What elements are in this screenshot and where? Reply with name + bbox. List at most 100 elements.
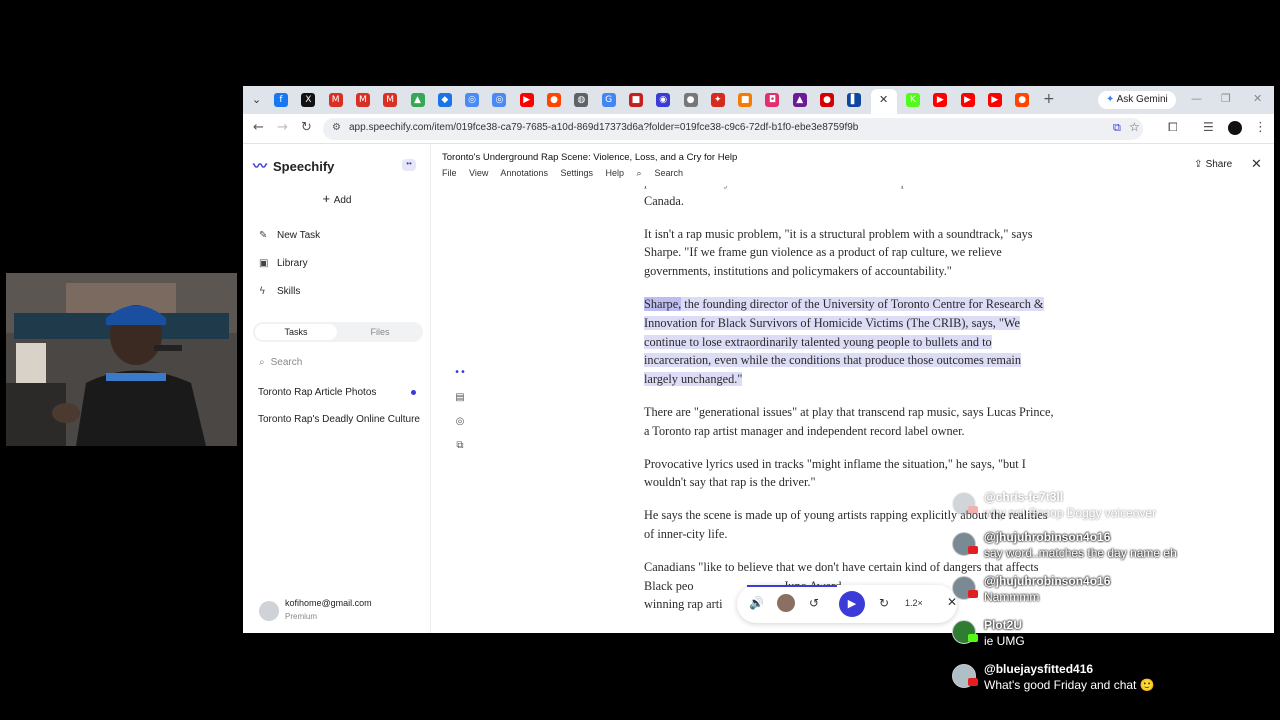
youtube-tab-icon-2[interactable]: ▶	[933, 93, 948, 107]
gmail-tab-icon-2[interactable]: M	[355, 93, 370, 107]
webcam-picture	[6, 273, 237, 446]
reader-header: Toronto's Underground Rap Scene: Violenc…	[431, 144, 1274, 186]
browser-toolbar: ← → ↻ ⚙ app.speechify.com/item/019fce38-…	[243, 114, 1274, 144]
reddit-tab-icon[interactable]: ●	[547, 93, 561, 107]
menu-file[interactable]: File	[442, 168, 457, 178]
forward-icon[interactable]: ↻	[879, 596, 889, 610]
copy-icon[interactable]: ⧉	[453, 440, 467, 454]
tab-tasks[interactable]: Tasks	[255, 324, 337, 340]
google-tab-icon[interactable]: G	[601, 93, 616, 107]
drive-tab-icon[interactable]: ▲	[410, 93, 425, 107]
chat-username: Plot2U	[984, 618, 1023, 632]
reload-button[interactable]: ↻	[301, 120, 312, 135]
x-tab-icon[interactable]: X	[301, 93, 316, 107]
extensions-icon[interactable]: ⧠	[1168, 120, 1178, 135]
rewind-icon[interactable]: ↺	[809, 596, 819, 610]
tab-search-chevron-icon[interactable]: ⌄	[252, 93, 261, 106]
instagram-tab-icon[interactable]: ◘	[765, 93, 780, 107]
browser-menu-icon[interactable]: ⋮	[1254, 120, 1267, 135]
assistant-face-icon[interactable]: ••	[402, 159, 416, 171]
sidebar-item-skills[interactable]: ϟ Skills	[259, 286, 300, 297]
new-tab-button[interactable]: +	[1043, 91, 1055, 107]
facebook-tab-icon[interactable]: f	[274, 93, 288, 107]
bookmark-star-icon[interactable]: ☆	[1129, 120, 1140, 134]
circle-app-tab-icon-2[interactable]: ◎	[492, 93, 507, 107]
install-app-icon[interactable]: ⧉	[1113, 121, 1121, 135]
gmail-tab-icon[interactable]: M	[328, 93, 343, 107]
url-text: app.speechify.com/item/019fce38-ca79-768…	[349, 122, 859, 133]
reddit-tab-icon-2[interactable]: ●	[1015, 93, 1030, 107]
circle-app-tab-icon[interactable]: ◎	[465, 93, 480, 107]
task-item[interactable]: Toronto Rap's Deadly Online Culture	[258, 414, 420, 425]
article-text: winning rap arti	[644, 597, 723, 612]
sidebar-item-library[interactable]: ▣ Library	[259, 258, 308, 269]
active-tab[interactable]: ✕	[871, 89, 897, 114]
menu-annotations[interactable]: Annotations	[500, 168, 548, 178]
pin-icon[interactable]: ◎	[453, 416, 467, 430]
youtube-tab-icon-4[interactable]: ▶	[987, 93, 1002, 107]
sidebar-item-label: New Task	[277, 230, 321, 241]
red-app-tab-icon[interactable]: ■	[628, 93, 643, 107]
user-account[interactable]: kofihome@gmail.com Premium	[259, 596, 419, 626]
playback-speed[interactable]: 1.2×	[905, 598, 923, 608]
menu-settings[interactable]: Settings	[560, 168, 593, 178]
chat-username: @jhujuhrobinson4o16	[984, 530, 1111, 544]
chat-text: What's good Friday and chat 🙂	[984, 678, 1155, 692]
orange-app-tab-icon[interactable]: ■	[738, 93, 753, 107]
purple-app-tab-icon[interactable]: ▲	[792, 93, 807, 107]
play-button[interactable]: ▶	[839, 591, 865, 617]
red-badge-tab-icon[interactable]: ●	[820, 93, 834, 107]
share-label: Share	[1205, 159, 1233, 170]
add-note-icon[interactable]: ▤	[453, 392, 467, 406]
share-button[interactable]: ⇪ Share	[1194, 159, 1232, 170]
chat-username: @bluejaysfitted416	[984, 662, 1094, 676]
close-reader-icon[interactable]: ✕	[1251, 157, 1262, 172]
back-button[interactable]: ←	[253, 120, 264, 135]
blue-square-tab-icon[interactable]: ▌	[847, 93, 862, 107]
gmail-tab-icon-3[interactable]: M	[383, 93, 398, 107]
globe-tab-icon[interactable]: ◍	[574, 93, 589, 107]
menu-help[interactable]: Help	[606, 168, 625, 178]
profile-avatar[interactable]	[1228, 121, 1242, 135]
reading-list-icon[interactable]: ☰	[1203, 120, 1214, 134]
audio-player: 🔊 ↺ ▶ ↻ 1.2× ✕	[737, 585, 957, 623]
menu-search[interactable]: ⌕ Search	[637, 168, 693, 179]
kick-tab-icon[interactable]: K	[906, 93, 920, 107]
youtube-tab-icon[interactable]: ▶	[519, 93, 534, 107]
chat-text: say word..matches the day name eh	[984, 546, 1177, 560]
speechify-logo[interactable]: 〰 Speechify	[253, 156, 334, 176]
site-info-icon[interactable]: ⚙	[332, 122, 341, 133]
youtube-badge-icon	[968, 590, 978, 598]
voice-avatar[interactable]	[777, 594, 795, 612]
chat-username: @jhujuhrobinson4o16	[984, 574, 1111, 588]
search-label: Search	[654, 168, 683, 178]
minimize-button[interactable]: —	[1191, 92, 1202, 105]
blue-app-tab-icon[interactable]: ◆	[437, 93, 452, 107]
tab-files[interactable]: Files	[339, 324, 421, 340]
tab-strip: ⌄ f X M M M ▲ ◆ ◎ ◎ ▶ ● ◍ G ■ ◉ ● ✦ ■ ◘ ▲ ● ▌ ✕ K ▶ ▶ ▶ ● + ✦ Ask…	[243, 86, 1274, 114]
maximize-button[interactable]: ❐	[1221, 92, 1231, 105]
canada-tab-icon[interactable]: ✦	[710, 93, 725, 107]
plus-icon: +	[322, 191, 334, 206]
avatar	[259, 601, 279, 621]
grey-app-tab-icon[interactable]: ●	[683, 93, 698, 107]
menu-view[interactable]: View	[469, 168, 488, 178]
youtube-badge-icon	[968, 506, 978, 514]
speechify-tab-icon[interactable]: ◉	[656, 93, 671, 107]
volume-icon[interactable]: 🔊	[749, 596, 764, 610]
task-item[interactable]: Toronto Rap Article Photos	[258, 387, 376, 398]
tab-close-icon[interactable]: ✕	[879, 93, 888, 106]
window-close-button[interactable]: ✕	[1253, 92, 1262, 105]
sidebar-item-new-task[interactable]: ✎ New Task	[259, 230, 320, 241]
task-search-input[interactable]: ⌕ Search	[259, 357, 302, 368]
forward-button[interactable]: →	[277, 120, 288, 135]
youtube-badge-icon	[968, 546, 978, 554]
playback-progress[interactable]	[747, 585, 837, 587]
assistant-icon[interactable]: ••	[453, 367, 467, 381]
sidebar-item-label: Library	[277, 258, 308, 269]
unread-dot	[411, 390, 416, 395]
address-bar[interactable]: ⚙ app.speechify.com/item/019fce38-ca79-7…	[323, 118, 1143, 140]
add-button[interactable]: + Add	[251, 188, 423, 210]
ask-gemini-button[interactable]: ✦ Ask Gemini	[1098, 91, 1176, 109]
youtube-tab-icon-3[interactable]: ▶	[960, 93, 975, 107]
